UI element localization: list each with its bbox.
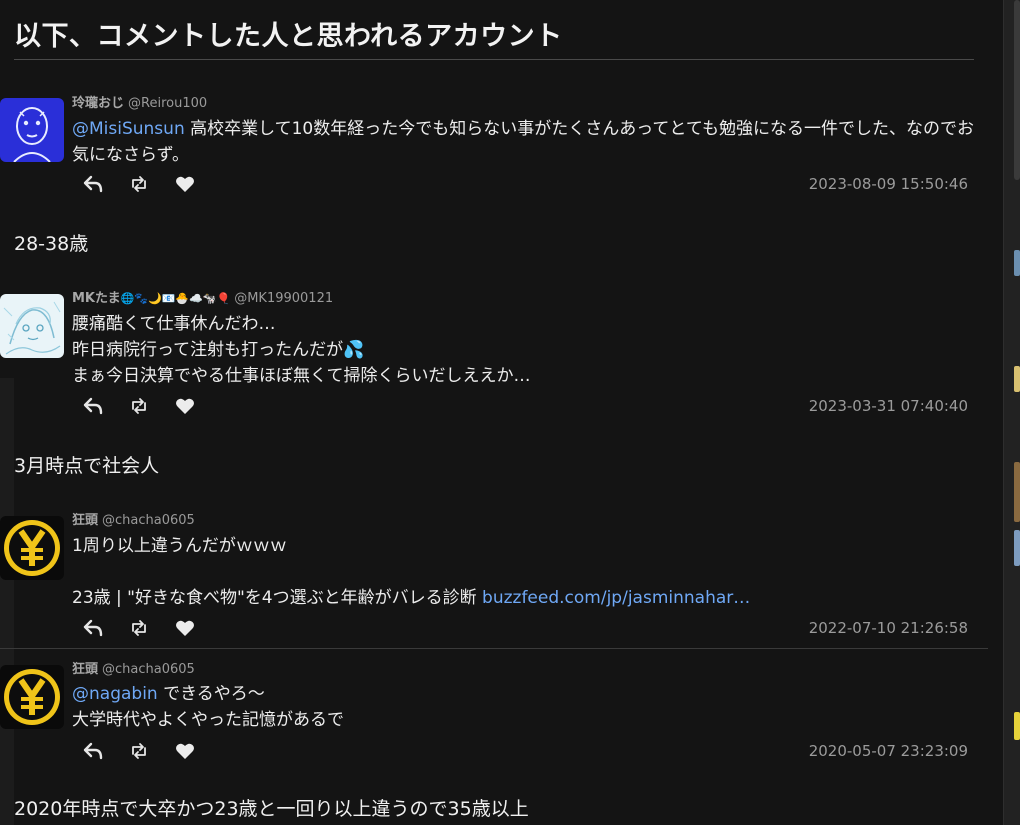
- face-drawing-icon: [0, 98, 64, 162]
- tweet-line: 昨日病院行って注射も打ったんだが💦: [72, 340, 365, 360]
- heart-icon: [176, 620, 194, 636]
- author-handle[interactable]: @chacha0605: [102, 662, 195, 677]
- retweet-button[interactable]: [128, 174, 150, 194]
- avatar[interactable]: [0, 665, 64, 729]
- author-handle[interactable]: @chacha0605: [102, 513, 195, 528]
- like-button[interactable]: [174, 174, 196, 194]
- author-name[interactable]: 狂頭: [72, 513, 98, 528]
- edge-thumbnail[interactable]: [1014, 250, 1020, 276]
- reply-icon: [83, 175, 103, 193]
- author-name[interactable]: 狂頭: [72, 662, 98, 677]
- reply-icon: [83, 397, 103, 415]
- tweet-line: [72, 559, 990, 585]
- heart-icon: [176, 398, 194, 414]
- comment-text: 28-38歳: [14, 233, 89, 255]
- yen-coin-icon: [0, 665, 64, 729]
- link-card[interactable]: 23歳 | "好きな食べ物"を4つ選ぶと年齢がバレる診断 buzzfeed.co…: [72, 585, 990, 611]
- yen-coin-icon: [0, 516, 64, 580]
- tweet-timestamp[interactable]: 2023-03-31 07:40:40: [809, 397, 968, 415]
- tweet-line: 1周り以上違うんだがｗｗｗ: [72, 536, 287, 556]
- tweet-line: 大学時代やよくやった記憶があるで: [72, 710, 344, 730]
- author-handle[interactable]: @MK19900121: [234, 291, 333, 306]
- retweet-button[interactable]: [128, 741, 150, 761]
- edge-thumbnail[interactable]: [1014, 712, 1020, 740]
- author-name[interactable]: MKたま: [72, 291, 121, 306]
- title-divider: [14, 59, 974, 60]
- retweet-icon: [132, 743, 146, 759]
- tweet-text: @nagabin できるやろ〜 大学時代やよくやった記憶があるで: [72, 681, 990, 733]
- page: 以下、コメントした人と思われるアカウント 玲瓏おじ @Reirou100 @Mis…: [0, 0, 1020, 825]
- tweet-card: MKたま🌐🐾🌙📧🐣☁️🐄🎈 @MK19900121 腰痛酷くて仕事休んだわ… 昨日…: [0, 286, 1000, 421]
- retweet-button[interactable]: [128, 618, 150, 638]
- sketch-avatar-icon: [0, 294, 64, 358]
- tweet-body-text: 高校卒業して10数年経った今でも知らない事がたくさんあってとても勉強になる一件で…: [72, 119, 975, 165]
- retweet-icon: [132, 398, 146, 414]
- reply-button[interactable]: [82, 741, 104, 761]
- tweet-text: 1周り以上違うんだがｗｗｗ 23歳 | "好きな食べ物"を4つ選ぶと年齢がバレる…: [72, 533, 990, 611]
- comment-text: 3月時点で社会人: [14, 455, 160, 477]
- tweet-text: @MisiSunsun 高校卒業して10数年経った今でも知らない事がたくさんあっ…: [72, 116, 990, 168]
- edge-thumbnail[interactable]: [1014, 462, 1020, 522]
- avatar[interactable]: [0, 98, 64, 162]
- retweet-icon: [132, 620, 146, 636]
- like-button[interactable]: [174, 618, 196, 638]
- tweet-timestamp[interactable]: 2020-05-07 23:23:09: [809, 742, 968, 760]
- reply-button[interactable]: [82, 618, 104, 638]
- author-handle[interactable]: @Reirou100: [128, 96, 207, 111]
- reply-button[interactable]: [82, 396, 104, 416]
- tweet-card: 狂頭 @chacha0605 1周り以上違うんだがｗｗｗ 23歳 | "好きな食べ…: [0, 508, 1000, 648]
- tweet-divider: [0, 648, 988, 649]
- link-card-text: 23歳 | "好きな食べ物"を4つ選ぶと年齢がバレる診断: [72, 588, 483, 608]
- author-name-emoji: 🌐🐾🌙📧🐣☁️🐄🎈: [120, 292, 231, 305]
- avatar[interactable]: [0, 516, 64, 580]
- heart-icon: [176, 176, 194, 192]
- like-button[interactable]: [174, 741, 196, 761]
- edge-thumbnail[interactable]: [1014, 366, 1020, 392]
- reply-button[interactable]: [82, 174, 104, 194]
- avatar[interactable]: [0, 294, 64, 358]
- author-name[interactable]: 玲瓏おじ: [72, 96, 124, 111]
- mention-link[interactable]: @MisiSunsun: [72, 119, 185, 139]
- tweet-body-text: できるやろ〜: [157, 684, 265, 704]
- tweet-card: 狂頭 @chacha0605 @nagabin できるやろ〜 大学時代やよくやった…: [0, 657, 1000, 767]
- scrollbar-thumb[interactable]: [1014, 0, 1020, 180]
- page-title: 以下、コメントした人と思われるアカウント: [14, 21, 563, 52]
- tweet-text: 腰痛酷くて仕事休んだわ… 昨日病院行って注射も打ったんだが💦 まぁ今日決算でやる…: [72, 311, 990, 389]
- reply-icon: [83, 619, 103, 637]
- heart-icon: [176, 743, 194, 759]
- reply-icon: [83, 742, 103, 760]
- link-card-url[interactable]: buzzfeed.com/jp/jasminnahar…: [482, 588, 750, 608]
- tweet-header: 狂頭 @chacha0605: [72, 509, 195, 528]
- retweet-button[interactable]: [128, 396, 150, 416]
- tweet-card: 玲瓏おじ @Reirou100 @MisiSunsun 高校卒業して10数年経った…: [0, 90, 1000, 210]
- tweet-timestamp[interactable]: 2023-08-09 15:50:46: [809, 175, 968, 193]
- mention-link[interactable]: @nagabin: [72, 684, 158, 704]
- like-button[interactable]: [174, 396, 196, 416]
- comment-text: 2020年時点で大卒かつ23歳と一回り以上違うので35歳以上: [14, 798, 529, 820]
- retweet-icon: [132, 176, 146, 192]
- tweet-line: まぁ今日決算でやる仕事ほぼ無くて掃除くらいだしええか…: [72, 366, 531, 386]
- tweet-header: 狂頭 @chacha0605: [72, 658, 195, 677]
- tweet-line: 腰痛酷くて仕事休んだわ…: [72, 314, 276, 334]
- tweet-header: MKたま🌐🐾🌙📧🐣☁️🐄🎈 @MK19900121: [72, 287, 333, 306]
- tweet-header: 玲瓏おじ @Reirou100: [72, 92, 207, 111]
- tweet-timestamp[interactable]: 2022-07-10 21:26:58: [809, 619, 968, 637]
- edge-thumbnail[interactable]: [1014, 530, 1020, 566]
